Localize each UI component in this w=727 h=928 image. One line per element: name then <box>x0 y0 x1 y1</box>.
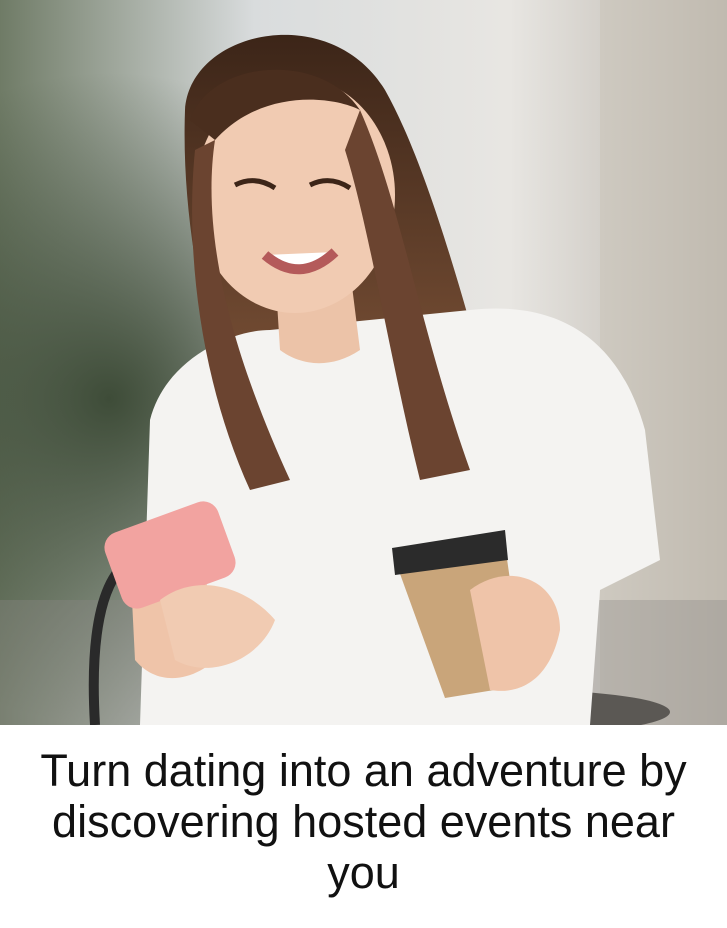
hero-illustration <box>0 0 727 725</box>
caption-text: Turn dating into an adventure by discove… <box>40 745 687 898</box>
hero-photo <box>0 0 727 725</box>
page: Turn dating into an adventure by discove… <box>0 0 727 928</box>
